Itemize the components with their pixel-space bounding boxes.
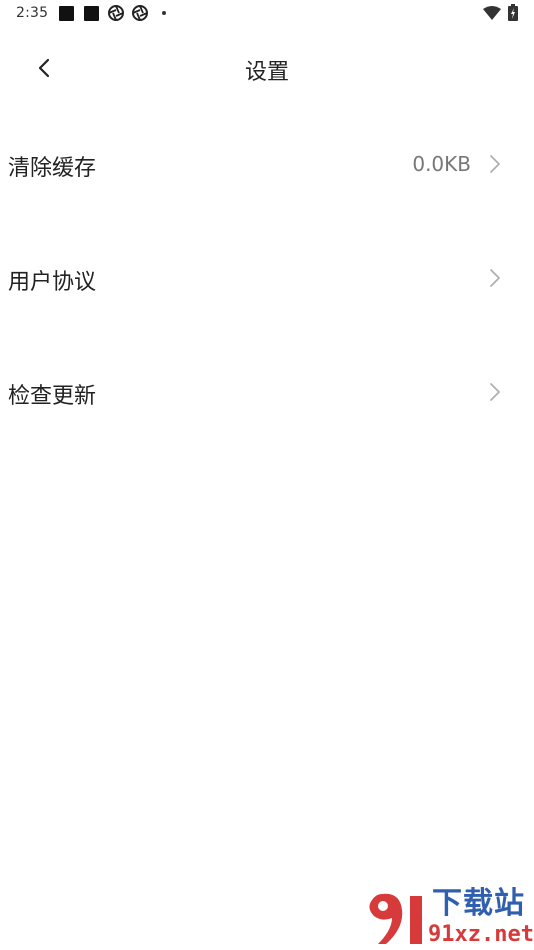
page-title: 设置 — [244, 60, 289, 85]
notification-icon — [59, 6, 74, 21]
chevron-right-icon — [490, 383, 500, 401]
settings-list: 清除缓存 0.0KB 用户协议 检查更新 — [0, 108, 534, 450]
header: 设置 — [0, 40, 534, 96]
battery-icon — [508, 4, 518, 21]
status-time: 2:35 — [16, 5, 49, 21]
watermark: 下载站 91xz.net — [362, 886, 534, 950]
watermark-logo-icon — [369, 893, 422, 944]
cache-size-value: 0.0KB — [412, 152, 471, 176]
setting-row-clear-cache[interactable]: 清除缓存 0.0KB — [0, 108, 534, 222]
aperture-icon — [108, 5, 124, 21]
wifi-icon — [483, 6, 501, 20]
chevron-right-icon — [490, 155, 500, 173]
watermark-title: 下载站 — [432, 886, 525, 921]
watermark-url: 91xz.net — [428, 922, 534, 947]
setting-label: 检查更新 — [8, 384, 97, 409]
setting-row-user-agreement[interactable]: 用户协议 — [0, 222, 534, 336]
status-bar: 2:35 — [0, 0, 534, 28]
aperture-icon — [132, 5, 148, 21]
chevron-right-icon — [490, 269, 500, 287]
more-notifications-icon — [162, 11, 166, 15]
setting-label: 用户协议 — [8, 270, 97, 295]
notification-icon — [84, 6, 99, 21]
setting-label: 清除缓存 — [8, 156, 97, 181]
setting-row-check-update[interactable]: 检查更新 — [0, 336, 534, 450]
